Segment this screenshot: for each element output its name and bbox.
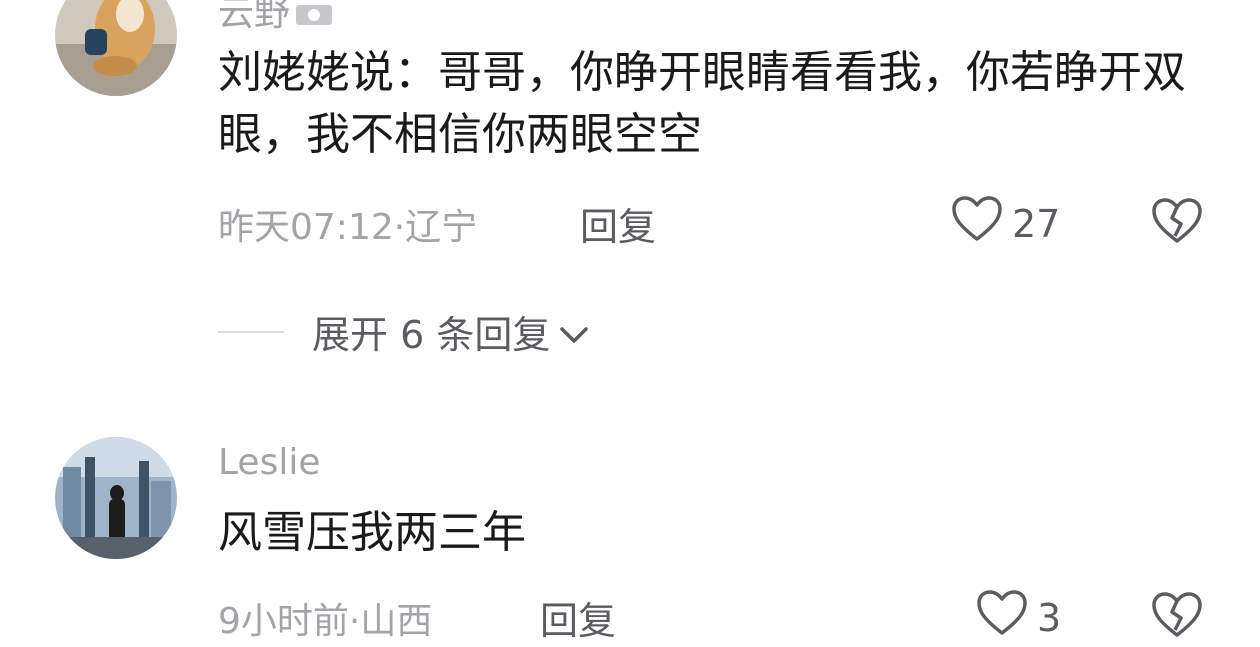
- reply-button[interactable]: 回复: [540, 590, 616, 645]
- chevron-down-icon: [550, 310, 590, 354]
- like-count: 27: [1012, 201, 1061, 246]
- like-button[interactable]: 27: [950, 194, 1060, 253]
- expand-replies-label: 展开 6 条回复: [312, 313, 551, 357]
- camera-icon: [294, 0, 334, 36]
- username[interactable]: 云野: [218, 0, 334, 36]
- dislike-button[interactable]: [1150, 196, 1204, 250]
- comment-meta: 9小时前·山西: [218, 601, 433, 642]
- avatar[interactable]: [55, 437, 177, 559]
- heart-outline-icon: [975, 588, 1037, 647]
- heart-outline-icon: [950, 194, 1012, 253]
- broken-heart-icon: [1150, 592, 1204, 644]
- dislike-button[interactable]: [1150, 590, 1204, 644]
- divider: [218, 330, 284, 333]
- avatar[interactable]: [55, 0, 177, 96]
- username[interactable]: Leslie: [218, 442, 320, 483]
- reply-button[interactable]: 回复: [580, 196, 656, 251]
- comment-meta: 昨天07:12·辽宁: [218, 207, 478, 248]
- like-count: 3: [1037, 595, 1062, 640]
- comment-text: 风雪压我两三年: [218, 507, 526, 558]
- comment-text: 刘姥姥说：哥哥，你睁开眼睛看看我，你若睁开双眼，我不相信你两眼空空: [218, 47, 1186, 160]
- expand-replies-button[interactable]: 展开 6 条回复: [218, 304, 590, 359]
- like-button[interactable]: 3: [975, 588, 1061, 647]
- broken-heart-icon: [1150, 198, 1204, 250]
